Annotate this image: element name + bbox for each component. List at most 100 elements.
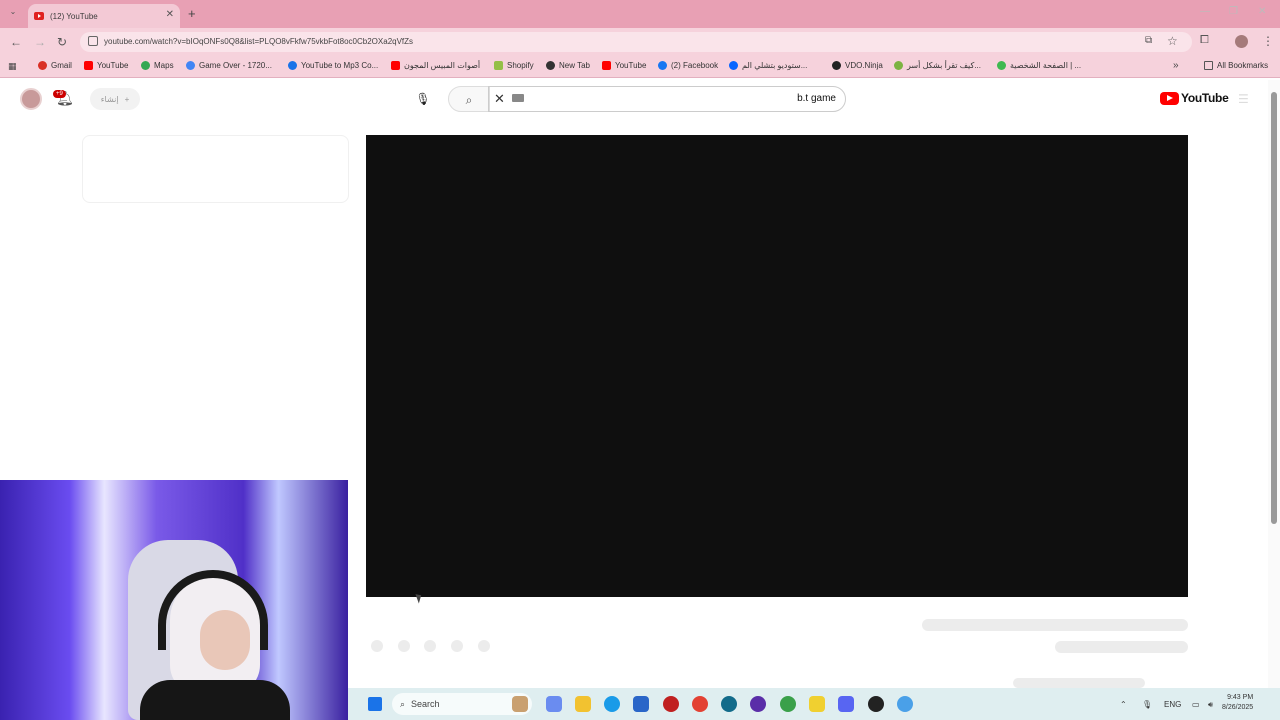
site-icon <box>288 61 297 70</box>
search-query-text[interactable]: b.t game <box>700 93 836 104</box>
youtube-icon <box>391 61 400 70</box>
app-icon[interactable] <box>780 696 796 712</box>
sidebar-placeholder-card <box>82 135 349 203</box>
loading-placeholder-dot <box>424 640 436 652</box>
bookmark-item[interactable]: Gmail <box>38 61 72 70</box>
bookmark-item[interactable]: (2) Facebook <box>658 61 718 70</box>
taskbar-search[interactable]: ⌕ Search <box>392 693 532 715</box>
bookmark-item[interactable]: Shopify <box>494 61 534 70</box>
bookmark-item[interactable]: VDO.Ninja <box>832 61 883 70</box>
youtube-logo[interactable]: YouTube <box>1160 91 1229 105</box>
bookmark-item[interactable]: الصفحة الشخصية | ... <box>997 61 1081 70</box>
edge-icon[interactable] <box>604 696 620 712</box>
clock-date: 8/26/2025 <box>1222 704 1254 711</box>
obs-icon[interactable] <box>868 696 884 712</box>
volume-icon[interactable]: 🔊︎ <box>1208 700 1213 710</box>
create-label: إنشاء <box>100 94 119 104</box>
title-placeholder-bar <box>922 619 1188 631</box>
search-icon: ⌕ <box>465 93 473 107</box>
copilot-icon[interactable] <box>546 696 562 712</box>
account-avatar[interactable] <box>20 88 42 110</box>
notification-badge: +9 <box>53 90 66 98</box>
loading-placeholder-dot <box>371 640 383 652</box>
app-icon[interactable] <box>663 696 679 712</box>
scrollbar-thumb[interactable] <box>1271 92 1277 524</box>
close-window-icon[interactable]: ✕ <box>1258 6 1266 17</box>
site-info-icon[interactable] <box>88 36 98 46</box>
more-bookmarks-icon[interactable]: » <box>1173 60 1179 71</box>
more-menu-icon[interactable]: ⋮ <box>1262 34 1274 48</box>
bookmark-item[interactable]: ستوديو بتشلي الم... <box>729 61 807 70</box>
gmail-icon <box>38 61 47 70</box>
apps-grid-icon[interactable]: ▦ <box>8 61 17 72</box>
capcut-icon[interactable] <box>721 696 737 712</box>
shopify-icon <box>494 61 503 70</box>
bookmark-item[interactable]: YouTube to Mp3 Co... <box>288 61 378 70</box>
all-bookmarks-button[interactable]: All Bookmarks <box>1204 61 1268 70</box>
search-button[interactable]: ⌕ <box>448 86 490 112</box>
microphone-tray-icon[interactable]: 🎙︎ <box>1142 700 1152 709</box>
plus-icon: + <box>124 94 130 104</box>
bookmark-item[interactable]: New Tab <box>546 61 590 70</box>
youtube-play-logo-icon <box>1160 91 1179 105</box>
facebook-icon <box>658 61 667 70</box>
bookmark-item[interactable]: أصوات المبيس المجون <box>391 61 480 70</box>
forward-icon[interactable]: → <box>34 35 46 49</box>
content-placeholder-bar <box>1013 678 1145 688</box>
app-icon[interactable] <box>897 696 913 712</box>
tab-search-button[interactable]: ⌄ <box>6 7 20 21</box>
close-tab-icon[interactable]: ✕ <box>166 9 174 20</box>
search-icon: ⌕ <box>400 698 406 709</box>
subtitle-placeholder-bar <box>1055 641 1188 653</box>
browser-tab-active[interactable]: (12) YouTube ✕ <box>28 4 180 28</box>
bookmark-item[interactable]: Maps <box>141 61 174 70</box>
voice-search-mic-icon[interactable]: 🎙︎ <box>412 88 434 110</box>
bookmark-item[interactable]: Game Over - 1720... <box>186 61 272 70</box>
bookmark-star-icon[interactable]: ☆ <box>1167 34 1178 48</box>
loading-placeholder-dot <box>478 640 490 652</box>
tab-title: (12) YouTube <box>50 11 98 21</box>
maps-icon <box>141 61 150 70</box>
windows-start-icon[interactable] <box>368 697 382 711</box>
app-icon[interactable] <box>750 696 766 712</box>
webcam-overlay <box>0 480 348 720</box>
network-icon[interactable]: ▭ <box>1192 700 1200 709</box>
keyboard-icon[interactable] <box>512 94 524 102</box>
youtube-favicon-icon <box>34 12 44 20</box>
install-app-icon[interactable]: ⧉ <box>1145 35 1152 46</box>
clear-search-icon[interactable]: ✕ <box>494 91 505 107</box>
clock-time: 9:43 PM <box>1227 694 1254 701</box>
new-tab-button[interactable]: + <box>188 6 196 21</box>
maximize-icon[interactable]: ❐ <box>1229 6 1238 17</box>
url-text[interactable]: youtube.com/watch?v=bIOqONFs0Q8&list=PLQ… <box>104 37 413 46</box>
reload-icon[interactable]: ↻ <box>57 35 67 49</box>
extensions-icon[interactable]: ⧠ <box>1200 34 1209 47</box>
file-explorer-icon[interactable] <box>575 696 591 712</box>
bookmark-item[interactable]: YouTube <box>602 61 646 70</box>
minimize-icon[interactable]: — <box>1200 6 1210 17</box>
video-player[interactable] <box>366 135 1188 597</box>
cat-widget-icon[interactable] <box>512 696 528 712</box>
person-body <box>140 680 290 720</box>
language-indicator[interactable]: ENG <box>1164 700 1181 709</box>
site-icon <box>894 61 903 70</box>
profile-avatar[interactable] <box>1235 35 1248 48</box>
site-icon <box>186 61 195 70</box>
folder-icon <box>1204 61 1213 70</box>
guide-menu-icon[interactable]: ☰ <box>1238 92 1249 106</box>
site-icon <box>997 61 1006 70</box>
loading-placeholder-dot <box>398 640 410 652</box>
tray-overflow-icon[interactable]: ⌃ <box>1120 700 1127 709</box>
globe-icon <box>546 61 555 70</box>
store-icon[interactable] <box>633 696 649 712</box>
back-icon[interactable]: ← <box>10 35 22 49</box>
bookmark-item[interactable]: كيف تقرأ بشكل أسر... <box>894 61 981 70</box>
app-icon[interactable] <box>809 696 825 712</box>
taskbar-clock[interactable]: 9:43 PM 8/26/2025 <box>1222 693 1253 713</box>
bookmark-item[interactable]: YouTube <box>84 61 128 70</box>
chrome-icon[interactable] <box>692 696 708 712</box>
youtube-icon <box>602 61 611 70</box>
meta-icon <box>729 61 738 70</box>
discord-icon[interactable] <box>838 696 854 712</box>
create-button[interactable]: إنشاء + <box>90 88 140 110</box>
